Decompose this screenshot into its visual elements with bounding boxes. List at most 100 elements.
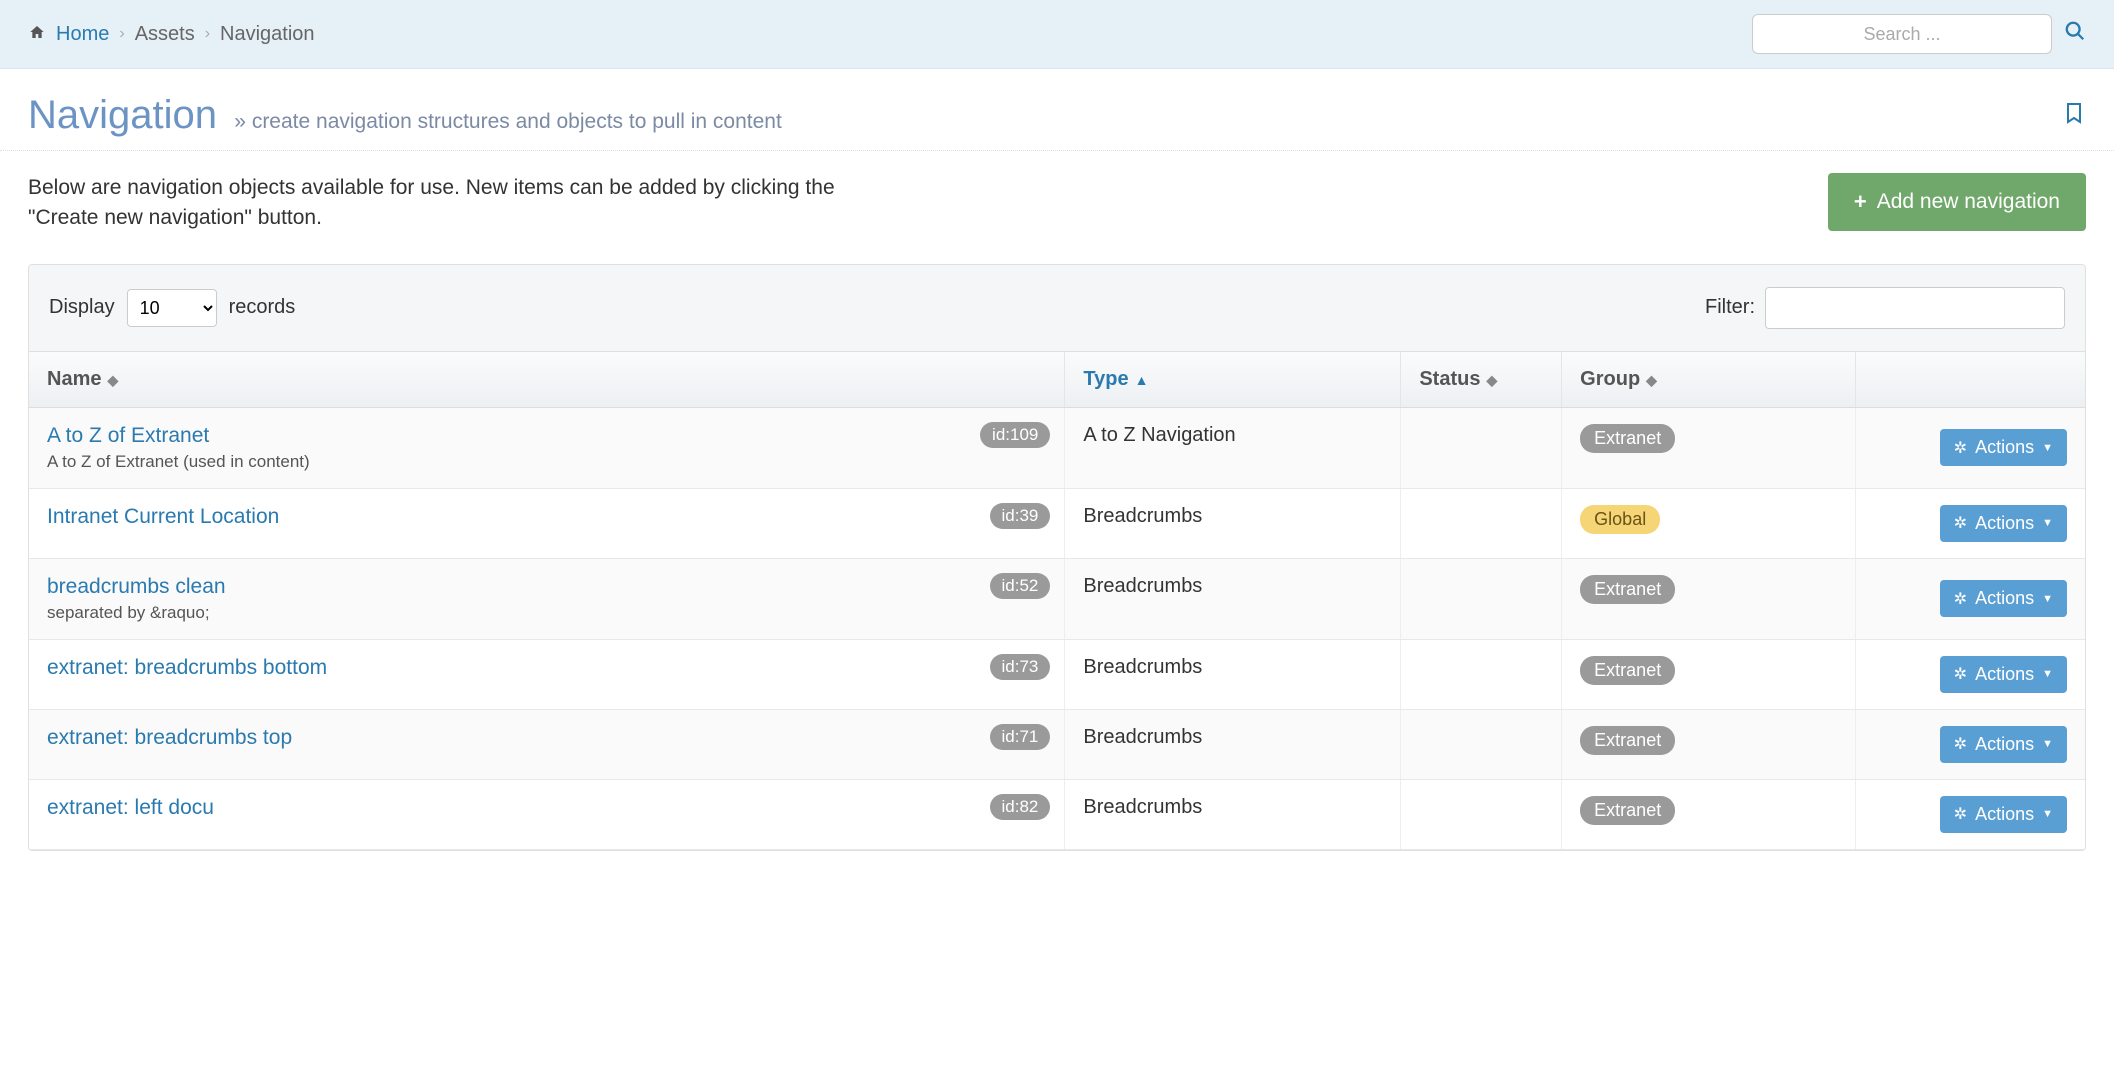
- name-cell: extranet: breadcrumbs topid:71: [29, 709, 1065, 779]
- filter-label: Filter:: [1705, 296, 1755, 319]
- display-label: Display: [49, 296, 115, 319]
- col-header-group[interactable]: Group◆: [1562, 352, 1856, 408]
- chevron-right-icon: ›: [205, 25, 210, 43]
- actions-label: Actions: [1975, 437, 2034, 458]
- type-cell: Breadcrumbs: [1065, 639, 1401, 709]
- col-header-status[interactable]: Status◆: [1401, 352, 1562, 408]
- id-badge: id:39: [990, 503, 1051, 529]
- breadcrumb-bar: Home › Assets › Navigation: [0, 0, 2114, 69]
- actions-cell: ✲Actions▼: [1856, 779, 2085, 849]
- actions-button[interactable]: ✲ Actions ▼: [1940, 656, 2067, 693]
- table-row: extranet: left docuid:82BreadcrumbsExtra…: [29, 779, 2085, 849]
- name-cell: extranet: breadcrumbs bottom id:73: [29, 639, 1065, 709]
- actions-label: Actions: [1975, 734, 2034, 755]
- actions-button[interactable]: ✲Actions▼: [1940, 726, 2067, 763]
- status-cell: [1401, 407, 1562, 488]
- name-cell: Intranet Current Location id:39: [29, 488, 1065, 558]
- item-name-link[interactable]: extranet: breadcrumbs top: [47, 726, 292, 749]
- group-cell: Extranet: [1562, 709, 1856, 779]
- actions-label: Actions: [1975, 664, 2034, 685]
- actions-button[interactable]: ✲Actions▼: [1940, 580, 2067, 617]
- search-icon[interactable]: [2064, 20, 2086, 48]
- intro-text: Below are navigation objects available f…: [28, 173, 868, 234]
- id-badge: id:82: [990, 794, 1051, 820]
- records-label: records: [229, 296, 296, 319]
- table-row: extranet: breadcrumbs topid:71Breadcrumb…: [29, 709, 2085, 779]
- table-row: A to Z of Extranet A to Z of Extranet (us…: [29, 407, 2085, 488]
- group-badge: Extranet: [1580, 575, 1675, 604]
- id-badge: id:52: [990, 573, 1051, 599]
- status-cell: [1401, 558, 1562, 639]
- group-badge: Extranet: [1580, 726, 1675, 755]
- type-cell: A to Z Navigation: [1065, 407, 1401, 488]
- name-cell: A to Z of Extranet A to Z of Extranet (us…: [29, 407, 1065, 488]
- actions-label: Actions: [1975, 804, 2034, 825]
- actions-cell: ✲Actions▼: [1856, 407, 2085, 488]
- item-name-link[interactable]: breadcrumbs clean: [47, 575, 226, 598]
- actions-button[interactable]: ✲Actions▼: [1940, 796, 2067, 833]
- item-description: A to Z of Extranet (used in content): [47, 452, 1046, 472]
- name-cell: breadcrumbs clean separated by &raquo; id:…: [29, 558, 1065, 639]
- item-name-link[interactable]: extranet: breadcrumbs bottom: [47, 656, 327, 679]
- col-header-type[interactable]: Type▲: [1065, 352, 1401, 408]
- type-cell: Breadcrumbs: [1065, 488, 1401, 558]
- group-cell: Extranet: [1562, 779, 1856, 849]
- actions-cell: ✲ Actions ▼: [1856, 639, 2085, 709]
- id-badge: id:73: [990, 654, 1051, 680]
- table-row: breadcrumbs clean separated by &raquo; id:…: [29, 558, 2085, 639]
- caret-down-icon: ▼: [2042, 442, 2053, 454]
- breadcrumb-home[interactable]: Home: [56, 23, 109, 46]
- filter-input[interactable]: [1765, 287, 2065, 329]
- group-badge: Extranet: [1580, 656, 1675, 685]
- sort-icon: ◆: [1646, 372, 1657, 388]
- actions-cell: ✲Actions▼: [1856, 558, 2085, 639]
- breadcrumb: Home › Assets › Navigation: [28, 23, 315, 46]
- actions-cell: ✲ Actions ▼: [1856, 488, 2085, 558]
- gear-icon: ✲: [1954, 589, 1967, 609]
- home-icon: [28, 23, 46, 46]
- bookmark-icon[interactable]: [2062, 98, 2086, 135]
- sort-icon: ◆: [107, 372, 118, 388]
- search-input[interactable]: [1752, 14, 2052, 54]
- type-cell: Breadcrumbs: [1065, 709, 1401, 779]
- col-header-name[interactable]: Name◆: [29, 352, 1065, 408]
- intro-row: Below are navigation objects available f…: [0, 151, 2114, 264]
- search-wrap: [1752, 14, 2086, 54]
- sort-icon: ◆: [1486, 372, 1497, 388]
- display-records: Display 10 records: [49, 289, 295, 327]
- caret-down-icon: ▼: [2042, 668, 2053, 680]
- item-name-link[interactable]: Intranet Current Location: [47, 505, 279, 528]
- display-count-select[interactable]: 10: [127, 289, 217, 327]
- actions-label: Actions: [1975, 513, 2034, 534]
- caret-down-icon: ▼: [2042, 517, 2053, 529]
- id-badge: id:109: [980, 422, 1050, 448]
- gear-icon: ✲: [1954, 513, 1967, 533]
- page-header: Navigation create navigation structures …: [0, 69, 2114, 151]
- item-name-link[interactable]: A to Z of Extranet: [47, 424, 209, 447]
- type-cell: Breadcrumbs: [1065, 558, 1401, 639]
- item-description: separated by &raquo;: [47, 603, 1046, 623]
- caret-down-icon: ▼: [2042, 593, 2053, 605]
- group-badge: Global: [1580, 505, 1660, 534]
- filter-wrap: Filter:: [1705, 287, 2065, 329]
- group-badge: Extranet: [1580, 424, 1675, 453]
- chevron-right-icon: ›: [119, 25, 124, 43]
- breadcrumb-assets[interactable]: Assets: [135, 23, 195, 46]
- add-button-label: Add new navigation: [1877, 190, 2060, 214]
- sort-asc-icon: ▲: [1135, 372, 1149, 388]
- breadcrumb-current: Navigation: [220, 23, 315, 46]
- item-name-link[interactable]: extranet: left docu: [47, 796, 214, 819]
- plus-icon: +: [1854, 189, 1867, 215]
- actions-button[interactable]: ✲ Actions ▼: [1940, 505, 2067, 542]
- gear-icon: ✲: [1954, 664, 1967, 684]
- group-cell: Extranet: [1562, 558, 1856, 639]
- table-controls: Display 10 records Filter:: [29, 265, 2085, 352]
- status-cell: [1401, 709, 1562, 779]
- actions-button[interactable]: ✲Actions▼: [1940, 429, 2067, 466]
- actions-cell: ✲Actions▼: [1856, 709, 2085, 779]
- add-navigation-button[interactable]: + Add new navigation: [1828, 173, 2086, 231]
- gear-icon: ✲: [1954, 734, 1967, 754]
- status-cell: [1401, 639, 1562, 709]
- gear-icon: ✲: [1954, 804, 1967, 824]
- name-cell: extranet: left docu id:82: [29, 779, 1065, 849]
